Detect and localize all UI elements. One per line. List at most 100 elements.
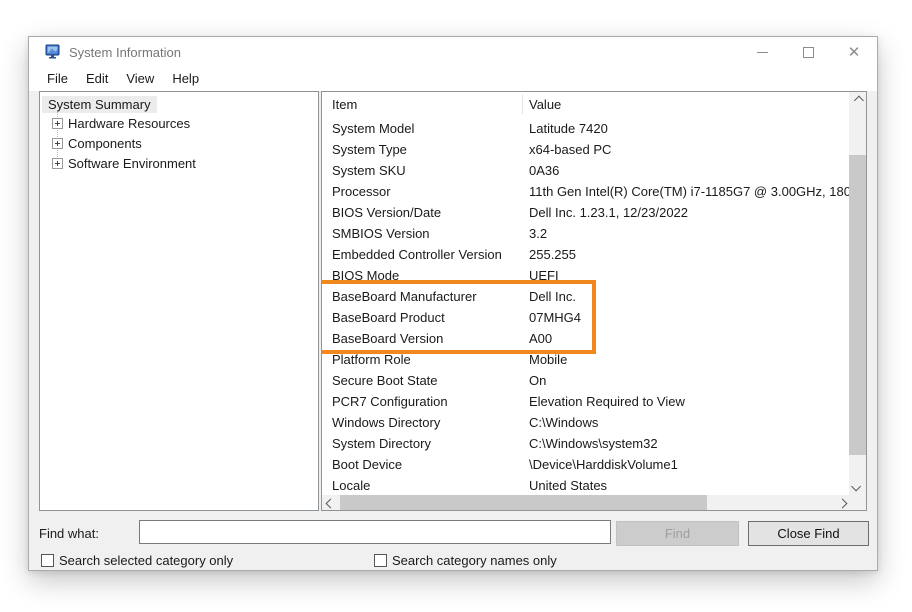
tree-item-software-environment[interactable]: Software Environment [52,153,318,173]
table-row[interactable]: Boot Device \Device\HarddiskVolume1 [322,454,851,475]
search-selected-category-label: Search selected category only [59,553,233,568]
column-header-item[interactable]: Item [332,92,357,118]
table-row[interactable]: BaseBoard VersionA00 [322,328,851,349]
list-body: System ModelLatitude 7420System Type x64-… [322,118,851,496]
search-selected-category-checkbox[interactable] [41,554,54,567]
table-row[interactable]: BIOS ModeUEFI [322,265,851,286]
chevron-right-icon [838,499,848,509]
find-what-label: Find what: [39,526,99,541]
table-row[interactable]: SMBIOS Version 3.2 [322,223,851,244]
value-cell: On [529,370,849,391]
expand-plus-icon[interactable] [52,138,63,149]
value-cell: 07MHG4 [529,307,849,328]
vertical-scrollbar[interactable] [849,92,866,495]
chevron-down-icon [851,482,861,492]
table-row[interactable]: Processor11th Gen Intel(R) Core(TM) i7-1… [322,181,851,202]
category-tree-pane: System Summary Hardware Resources Compone… [39,91,319,511]
close-button[interactable]: ✕ [831,37,877,67]
system-information-window: System Information ✕ FileEditViewHelp Sy… [28,36,878,571]
value-cell: \Device\HarddiskVolume1 [529,454,849,475]
column-separator[interactable] [522,95,523,114]
horizontal-scrollbar[interactable] [322,495,851,511]
value-cell: Dell Inc. 1.23.1, 12/23/2022 [529,202,849,223]
item-cell: Boot Device [332,454,522,475]
item-cell: System Directory [332,433,522,454]
table-row[interactable]: System Type x64-based PC [322,139,851,160]
table-row[interactable]: BaseBoard Manufacturer Dell Inc. [322,286,851,307]
value-cell: Dell Inc. [529,286,849,307]
value-cell: x64-based PC [529,139,849,160]
table-row[interactable]: Embedded Controller Version255.255 [322,244,851,265]
tree-item-label: Software Environment [68,156,196,171]
value-cell: 3.2 [529,223,849,244]
item-cell: System Model [332,118,522,139]
minimize-icon [757,52,768,53]
item-cell: BaseBoard Product [332,307,522,328]
search-category-names-option: Search category names only [374,552,557,568]
value-cell: 0A36 [529,160,849,181]
value-cell: C:\Windows [529,412,849,433]
value-cell: 255.255 [529,244,849,265]
close-find-button[interactable]: Close Find [748,521,869,546]
item-cell: SMBIOS Version [332,223,522,244]
item-cell: Locale [332,475,522,496]
value-cell: Mobile [529,349,849,370]
menu-help[interactable]: Help [163,67,208,91]
table-row[interactable]: Locale United States [322,475,851,496]
table-row[interactable]: Secure Boot State On [322,370,851,391]
value-cell: United States [529,475,849,496]
item-cell: System Type [332,139,522,160]
item-cell: BIOS Mode [332,265,522,286]
value-cell: A00 [529,328,849,349]
chevron-up-icon [854,96,864,106]
value-cell: Elevation Required to View [529,391,849,412]
table-row[interactable]: System SKU 0A36 [322,160,851,181]
vertical-scroll-thumb[interactable] [849,155,866,455]
scroll-down-arrow[interactable] [849,478,866,495]
item-cell: Windows Directory [332,412,522,433]
find-input[interactable] [139,520,611,544]
table-row[interactable]: BaseBoard Product 07MHG4 [322,307,851,328]
minimize-button[interactable] [739,37,785,67]
list-header: Item Value [322,92,851,118]
detail-list-pane: Item Value System ModelLatitude 7420Syst… [321,91,867,511]
desktop: { "window": { "title": "System Informati… [0,0,912,612]
menu-view[interactable]: View [117,67,163,91]
window-title: System Information [69,45,181,60]
expand-plus-icon[interactable] [52,158,63,169]
item-cell: BaseBoard Manufacturer [332,286,522,307]
scroll-up-arrow[interactable] [849,92,866,109]
search-category-names-checkbox[interactable] [374,554,387,567]
item-cell: PCR7 Configuration [332,391,522,412]
scrollbar-corner [849,495,866,511]
table-row[interactable]: BIOS Version/Date Dell Inc. 1.23.1, 12/23… [322,202,851,223]
scroll-left-arrow[interactable] [322,495,339,511]
maximize-icon [803,47,814,58]
column-header-value[interactable]: Value [529,92,561,118]
item-cell: BIOS Version/Date [332,202,522,223]
system-information-icon [45,44,61,60]
menu-file[interactable]: File [38,67,77,91]
item-cell: Platform Role [332,349,522,370]
maximize-button[interactable] [785,37,831,67]
table-row[interactable]: PCR7 Configuration Elevation Required to … [322,391,851,412]
category-tree: System Summary Hardware Resources Compone… [40,92,318,173]
find-button[interactable]: Find [616,521,739,546]
close-icon: ✕ [848,45,861,60]
expand-plus-icon[interactable] [52,118,63,129]
table-row[interactable]: Platform Role Mobile [322,349,851,370]
tree-item-label: Hardware Resources [68,116,190,131]
tree-item-label: Components [68,136,142,151]
item-cell: System SKU [332,160,522,181]
table-row[interactable]: Windows Directory C:\Windows [322,412,851,433]
table-row[interactable]: System DirectoryC:\Windows\system32 [322,433,851,454]
item-cell: Secure Boot State [332,370,522,391]
window-controls: ✕ [739,37,877,67]
tree-item-components[interactable]: Components [52,133,318,153]
table-row[interactable]: System ModelLatitude 7420 [322,118,851,139]
menu-bar: FileEditViewHelp [29,67,877,91]
menu-edit[interactable]: Edit [77,67,117,91]
horizontal-scroll-thumb[interactable] [340,495,707,511]
tree-item-hardware-resources[interactable]: Hardware Resources [52,113,318,133]
tree-item-system-summary[interactable]: System Summary [42,96,157,113]
